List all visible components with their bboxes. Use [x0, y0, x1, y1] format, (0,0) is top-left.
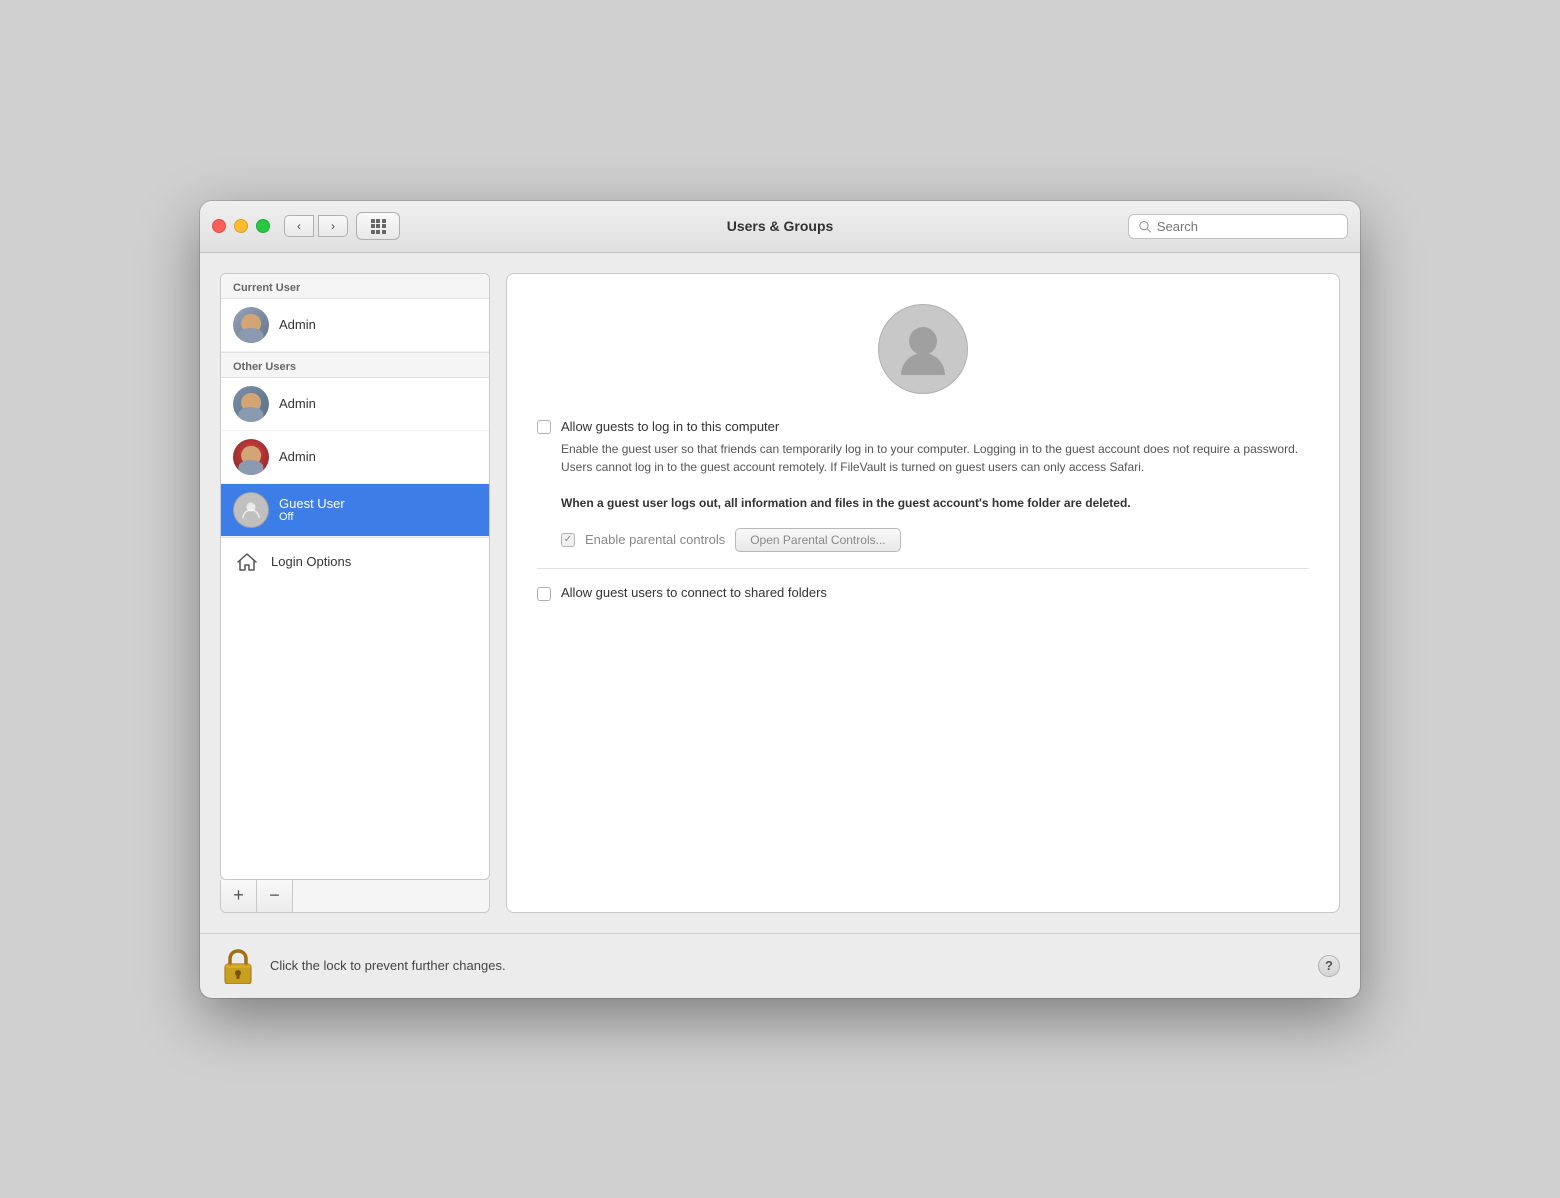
allow-shared-row: Allow guest users to connect to shared f… — [537, 585, 1309, 601]
other-users-section: Other Users Admin — [221, 352, 489, 537]
allow-guests-checkbox[interactable] — [537, 420, 551, 434]
current-user-name: Admin — [279, 317, 316, 332]
grid-view-button[interactable] — [356, 212, 400, 240]
sidebar: Current User Admin Other Users — [220, 273, 490, 913]
right-panel: Allow guests to log in to this computer … — [506, 273, 1340, 913]
allow-guests-text-block: Allow guests to log in to this computer … — [561, 418, 1309, 512]
lock-icon-svg — [222, 948, 254, 984]
user3-name: Admin — [279, 449, 316, 464]
avatar-face — [233, 386, 269, 422]
forward-button[interactable]: › — [318, 215, 348, 237]
guest-user-status: Off — [279, 511, 345, 523]
main-window: ‹ › Users & Groups — [200, 201, 1360, 998]
user3-info: Admin — [279, 449, 316, 464]
sidebar-list: Current User Admin Other Users — [220, 273, 490, 880]
traffic-lights — [212, 219, 270, 233]
search-input[interactable] — [1157, 219, 1337, 234]
parental-controls-row: Enable parental controls Open Parental C… — [561, 528, 1309, 552]
guest-user-name: Guest User — [279, 496, 345, 511]
lock-button[interactable] — [220, 948, 256, 984]
user2-info: Admin — [279, 396, 316, 411]
house-icon — [233, 548, 261, 576]
guest-avatar-large — [878, 304, 968, 394]
help-button[interactable]: ? — [1318, 955, 1340, 977]
titlebar: ‹ › Users & Groups — [200, 201, 1360, 253]
allow-shared-label: Allow guest users to connect to shared f… — [561, 585, 827, 600]
forward-icon: › — [331, 219, 335, 233]
other-users-header: Other Users — [221, 353, 489, 378]
current-user-info: Admin — [279, 317, 316, 332]
back-icon: ‹ — [297, 219, 301, 233]
close-button[interactable] — [212, 219, 226, 233]
current-user-item[interactable]: Admin — [221, 299, 489, 352]
allow-guests-label: Allow guests to log in to this computer — [561, 419, 779, 434]
house-svg — [236, 551, 258, 573]
back-button[interactable]: ‹ — [284, 215, 314, 237]
other-user-item-2[interactable]: Admin — [221, 431, 489, 484]
open-parental-controls-button[interactable]: Open Parental Controls... — [735, 528, 900, 552]
allow-guests-row: Allow guests to log in to this computer … — [537, 418, 1309, 512]
current-user-avatar — [233, 307, 269, 343]
remove-icon: − — [269, 885, 280, 906]
avatar-face — [233, 439, 269, 475]
add-user-button[interactable]: + — [221, 880, 257, 912]
divider — [537, 568, 1309, 569]
main-content: Current User Admin Other Users — [200, 253, 1360, 933]
guest-avatar — [233, 492, 269, 528]
user2-avatar — [233, 386, 269, 422]
help-icon: ? — [1325, 958, 1333, 973]
search-bar[interactable] — [1128, 214, 1348, 239]
allow-shared-checkbox[interactable] — [537, 587, 551, 601]
sidebar-controls: + − — [220, 880, 490, 913]
maximize-button[interactable] — [256, 219, 270, 233]
login-options-item[interactable]: Login Options — [221, 537, 489, 586]
guest-silhouette-icon — [239, 498, 263, 522]
current-user-header: Current User — [221, 274, 489, 299]
bottom-bar: Click the lock to prevent further change… — [200, 933, 1360, 998]
guest-large-silhouette-icon — [893, 319, 953, 379]
window-title: Users & Groups — [727, 218, 834, 234]
guest-user-info: Guest User Off — [279, 496, 345, 523]
guest-user-item[interactable]: Guest User Off — [221, 484, 489, 537]
parental-controls-label: Enable parental controls — [585, 532, 725, 547]
remove-user-button[interactable]: − — [257, 880, 293, 912]
lock-text: Click the lock to prevent further change… — [270, 958, 1304, 973]
user2-name: Admin — [279, 396, 316, 411]
grid-icon — [371, 219, 386, 234]
login-options-label: Login Options — [271, 554, 351, 569]
add-icon: + — [233, 885, 244, 906]
allow-guests-description: Enable the guest user so that friends ca… — [561, 440, 1309, 512]
minimize-button[interactable] — [234, 219, 248, 233]
allow-guests-warning: When a guest user logs out, all informat… — [561, 496, 1131, 510]
enable-parental-controls-checkbox[interactable] — [561, 533, 575, 547]
nav-buttons: ‹ › — [284, 215, 348, 237]
user3-avatar — [233, 439, 269, 475]
search-icon — [1139, 220, 1151, 233]
avatar-face — [233, 307, 269, 343]
other-user-item-1[interactable]: Admin — [221, 378, 489, 431]
